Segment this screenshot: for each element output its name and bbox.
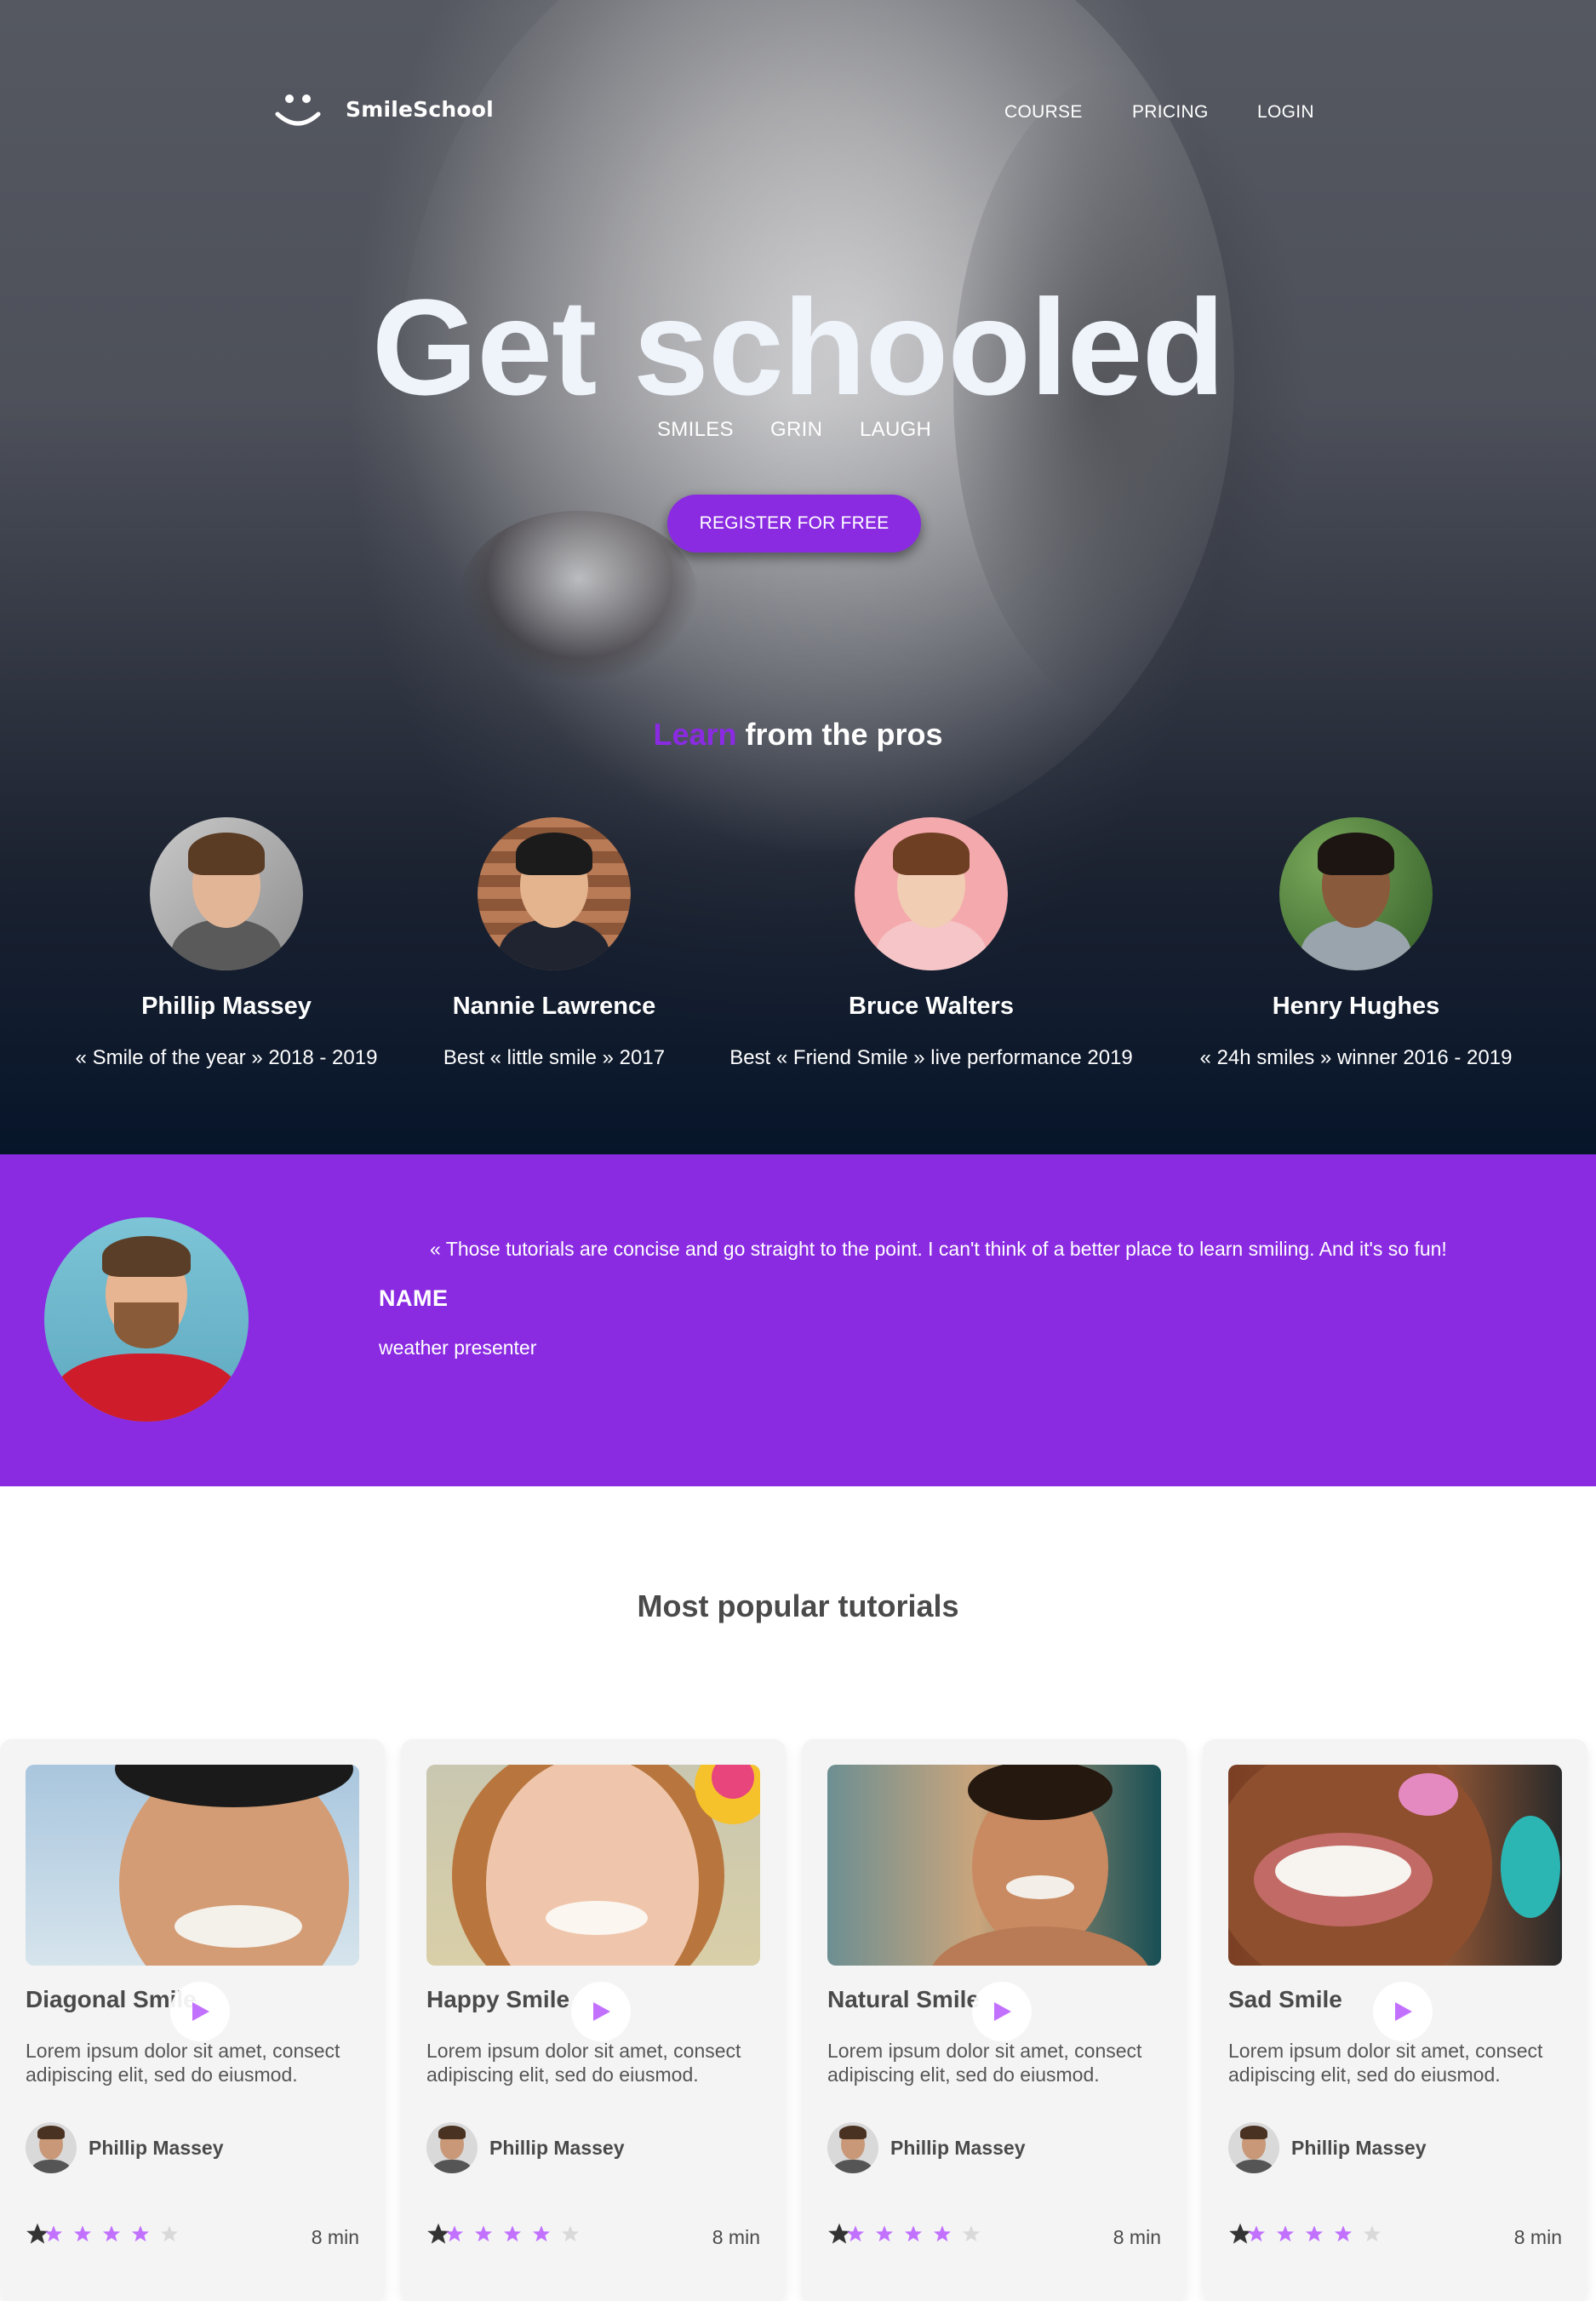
- play-icon: [593, 2002, 610, 2021]
- play-icon: [1395, 2002, 1412, 2021]
- testimonial-role: weather presenter: [379, 1337, 537, 1359]
- hero-tag-laugh: LAUGH: [860, 418, 932, 441]
- nav-login-link[interactable]: LOGIN: [1257, 102, 1314, 123]
- pro-award: Best « little smile » 2017: [443, 1046, 666, 1069]
- pro-name: Bruce Walters: [849, 993, 1014, 1020]
- rating-stars: [26, 2222, 189, 2246]
- tutorial-card[interactable]: Sad Smile Lorem ipsum dolor sit amet, co…: [1203, 1739, 1587, 2301]
- star-icon: [1305, 2225, 1324, 2242]
- play-button[interactable]: [1373, 1982, 1433, 2041]
- star-icon: [503, 2225, 522, 2242]
- star-icon: [561, 2225, 580, 2242]
- tutorial-card[interactable]: Happy Smile Lorem ipsum dolor sit amet, …: [401, 1739, 786, 2301]
- tutorial-thumbnail[interactable]: [827, 1765, 1161, 1966]
- tutorial-description: Lorem ipsum dolor sit amet, consect adip…: [426, 2040, 741, 2086]
- rating-stars: [1228, 2222, 1392, 2246]
- star-icon: [1247, 2225, 1266, 2242]
- star-icon: [532, 2225, 551, 2242]
- star-icon: [160, 2225, 179, 2242]
- star-icon: [131, 2225, 150, 2242]
- star-icon: [73, 2225, 92, 2242]
- pro-card: Henry Hughes « 24h smiles » winner 2016 …: [1152, 817, 1560, 1070]
- play-icon: [192, 2002, 209, 2021]
- play-button[interactable]: [170, 1982, 230, 2041]
- testimonial-name: NAME: [379, 1285, 449, 1311]
- tutorial-title[interactable]: Natural Smile: [827, 1986, 980, 2013]
- pro-name: Henry Hughes: [1272, 993, 1440, 1020]
- pro-name: Nannie Lawrence: [452, 993, 656, 1020]
- pro-card: Bruce Walters Best « Friend Smile » live…: [727, 817, 1136, 1070]
- play-icon: [994, 2002, 1011, 2021]
- star-icon: [1276, 2225, 1295, 2242]
- star-icon: [445, 2225, 464, 2242]
- navbar: SmileSchool COURSE PRICING LOGIN: [0, 0, 1596, 128]
- author-avatar: [1228, 2122, 1279, 2173]
- testimonial-avatar: [44, 1217, 249, 1422]
- star-icon: [875, 2225, 894, 2242]
- tutorial-card[interactable]: Natural Smile Lorem ipsum dolor sit amet…: [802, 1739, 1187, 2301]
- tutorial-thumbnail[interactable]: [426, 1765, 760, 1966]
- star-icon: [846, 2225, 865, 2242]
- learn-highlight: Learn: [653, 717, 737, 752]
- tutorial-description: Lorem ipsum dolor sit amet, consect adip…: [26, 2040, 340, 2086]
- testimonial-quote: « Those tutorials are concise and go str…: [430, 1238, 1447, 1260]
- author-name: Phillip Massey: [1291, 2137, 1427, 2159]
- star-icon: [933, 2225, 952, 2242]
- brand-name[interactable]: SmileSchool: [346, 97, 494, 122]
- hero-background-smile: [460, 511, 698, 681]
- author-name: Phillip Massey: [890, 2137, 1026, 2159]
- tutorial-thumbnail[interactable]: [1228, 1765, 1562, 1966]
- star-icon: [1334, 2225, 1353, 2242]
- nav-pricing-link[interactable]: PRICING: [1132, 102, 1209, 123]
- popular-tutorials-title: Most popular tutorials: [637, 1588, 959, 1623]
- smiley-logo-icon[interactable]: [274, 89, 322, 131]
- learn-heading: Learn from the pros: [0, 717, 1596, 753]
- author-avatar: [426, 2122, 478, 2173]
- hero-tag-smiles: SMILES: [657, 418, 734, 441]
- star-icon: [44, 2225, 63, 2242]
- nav-course-link[interactable]: COURSE: [1004, 102, 1083, 123]
- tutorial-title[interactable]: Happy Smile: [426, 1986, 569, 2013]
- pro-avatar: [855, 817, 1008, 970]
- tutorial-duration: 8 min: [1113, 2226, 1161, 2248]
- author-avatar: [26, 2122, 77, 2173]
- tutorial-title[interactable]: Sad Smile: [1228, 1986, 1342, 2013]
- pro-avatar: [1279, 817, 1433, 970]
- testimonial-section: « Those tutorials are concise and go str…: [0, 1154, 1596, 1486]
- hero-section: SmileSchool COURSE PRICING LOGIN Get sch…: [0, 0, 1596, 1154]
- play-button[interactable]: [972, 1982, 1032, 2041]
- rating-stars: [426, 2222, 590, 2246]
- pro-award: « 24h smiles » winner 2016 - 2019: [1199, 1046, 1513, 1069]
- pro-avatar: [150, 817, 303, 970]
- tutorial-duration: 8 min: [712, 2226, 760, 2248]
- hero-title: Get schooled: [371, 271, 1226, 423]
- learn-rest: from the pros: [736, 717, 943, 752]
- star-icon: [102, 2225, 121, 2242]
- star-icon: [904, 2225, 923, 2242]
- hero-tag-grin: GRIN: [770, 418, 823, 441]
- register-button[interactable]: REGISTER FOR FREE: [667, 495, 921, 552]
- rating-stars: [827, 2222, 991, 2246]
- star-icon: [1363, 2225, 1381, 2242]
- tutorial-thumbnail[interactable]: [26, 1765, 359, 1966]
- play-button[interactable]: [571, 1982, 631, 2041]
- author-avatar: [827, 2122, 878, 2173]
- tutorial-description: Lorem ipsum dolor sit amet, consect adip…: [827, 2040, 1142, 2086]
- author-name: Phillip Massey: [489, 2137, 625, 2159]
- tutorial-duration: 8 min: [311, 2226, 359, 2248]
- pro-award: Best « Friend Smile » live performance 2…: [729, 1046, 1133, 1069]
- pro-card: Nannie Lawrence Best « little smile » 20…: [350, 817, 758, 1070]
- author-name: Phillip Massey: [89, 2137, 224, 2159]
- pro-avatar: [478, 817, 631, 970]
- tutorial-card[interactable]: Diagonal Smile Lorem ipsum dolor sit ame…: [0, 1739, 385, 2301]
- tutorial-description: Lorem ipsum dolor sit amet, consect adip…: [1228, 2040, 1543, 2086]
- tutorial-duration: 8 min: [1513, 2226, 1562, 2248]
- star-icon: [474, 2225, 493, 2242]
- star-icon: [962, 2225, 981, 2242]
